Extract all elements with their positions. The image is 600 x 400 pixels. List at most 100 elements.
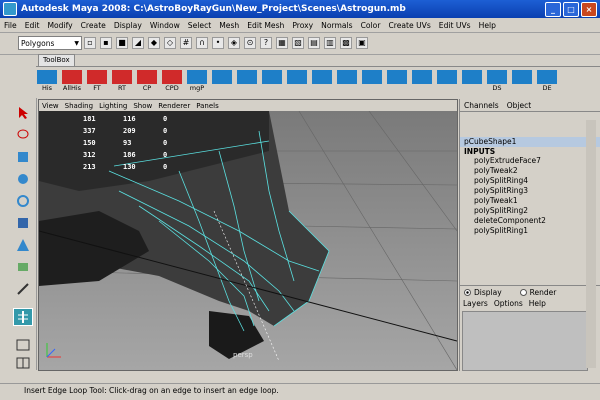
history-node[interactable]: polySplitRing3 [460,186,600,196]
menu-select[interactable]: Select [184,21,215,30]
single-view-layout-icon[interactable] [13,336,33,354]
history-node[interactable]: polySplitRing4 [460,176,600,186]
select-hierarchy-icon[interactable]: ◢ [132,37,144,49]
vp-menu-lighting[interactable]: Lighting [96,102,130,110]
menu-file[interactable]: File [0,21,21,30]
soft-mod-icon[interactable] [13,258,33,276]
shelf-button-4[interactable]: CP [136,70,158,94]
vp-menu-panels[interactable]: Panels [193,102,222,110]
perspective-viewport[interactable]: View Shading Lighting Show Renderer Pane… [38,99,458,371]
select-object-icon[interactable]: ◆ [148,37,160,49]
menu-color[interactable]: Color [357,21,385,30]
render-radio[interactable] [519,288,527,296]
channel-box-icon[interactable]: ▣ [356,37,368,49]
shelf-button-icon [37,70,57,84]
select-tool-icon[interactable] [13,104,33,122]
input-history-icon[interactable]: ? [260,37,272,49]
channel-box-scrollbar[interactable] [586,120,596,368]
new-scene-icon[interactable]: ▫ [84,37,96,49]
shelf-button-16[interactable] [436,70,458,94]
shelf-button-20[interactable]: DE [536,70,558,94]
shelf-button-12[interactable] [336,70,358,94]
menu-help[interactable]: Help [475,21,500,30]
menu-edit-uvs[interactable]: Edit UVs [435,21,475,30]
shelf-button-7[interactable] [211,70,233,94]
vp-menu-renderer[interactable]: Renderer [155,102,193,110]
minimize-icon[interactable]: _ [545,2,561,17]
history-node[interactable]: polyTweak2 [460,166,600,176]
shape-node[interactable]: pCubeShape1 [460,137,600,147]
snap-point-icon[interactable]: • [212,37,224,49]
menu-display[interactable]: Display [110,21,146,30]
menu-normals[interactable]: Normals [317,21,356,30]
shelf-button-13[interactable] [361,70,383,94]
paint-select-icon[interactable] [13,148,33,166]
menu-set-select[interactable]: Polygons ▼ [18,36,82,50]
shelf-button-6[interactable]: mgP [186,70,208,94]
shelf-button-3[interactable]: RT [111,70,133,94]
hud-row: 337 209 0 [83,127,203,139]
hud-value: 181 [83,115,96,123]
history-node[interactable]: polyExtrudeFace7 [460,156,600,166]
menu-edit-mesh[interactable]: Edit Mesh [243,21,288,30]
viewport-canvas[interactable]: 181 116 0 337 209 0 150 93 0 312 186 0 213 130 0 persp [39,111,457,370]
layer-list[interactable] [462,311,588,371]
shelf-button-18[interactable]: DS [486,70,508,94]
menu-window[interactable]: Window [146,21,184,30]
ipr-render-icon[interactable]: ▧ [292,37,304,49]
menu-mesh[interactable]: Mesh [215,21,243,30]
shelf-button-15[interactable] [411,70,433,94]
history-node[interactable]: polySplitRing1 [460,226,600,236]
make-live-icon[interactable]: ⊙ [244,37,256,49]
vp-menu-show[interactable]: Show [130,102,155,110]
menu-create-uvs[interactable]: Create UVs [384,21,434,30]
shelf-button-10[interactable] [286,70,308,94]
vp-menu-view[interactable]: View [39,102,62,110]
history-node[interactable]: polySplitRing2 [460,206,600,216]
rotate-tool-icon[interactable] [13,192,33,210]
shelf-button-19[interactable] [511,70,533,94]
menu-edit[interactable]: Edit [21,21,44,30]
scale-tool-icon[interactable] [13,214,33,232]
vp-menu-shading[interactable]: Shading [62,102,96,110]
shelf-button-14[interactable] [386,70,408,94]
menu-proxy[interactable]: Proxy [288,21,317,30]
tool-settings-icon[interactable]: ▩ [340,37,352,49]
menu-create[interactable]: Create [77,21,110,30]
channels-menu[interactable]: Channels [460,101,503,110]
history-node[interactable]: polyTweak1 [460,196,600,206]
four-view-layout-icon[interactable] [13,354,33,372]
display-radio[interactable] [464,288,471,296]
shelf-button-9[interactable] [261,70,283,94]
object-menu[interactable]: Object [503,101,535,110]
shelf-button-11[interactable] [311,70,333,94]
shelf-tab-toolbox[interactable]: ToolBox [38,54,75,66]
move-tool-icon[interactable] [13,170,33,188]
snap-grid-icon[interactable]: # [180,37,192,49]
help-menu[interactable]: Help [526,299,549,308]
shelf-button-17[interactable] [461,70,483,94]
layers-menu[interactable]: Layers [460,299,491,308]
close-icon[interactable]: × [581,2,597,17]
shelf-button-8[interactable] [236,70,258,94]
menu-modify[interactable]: Modify [43,21,76,30]
shelf-button-1[interactable]: AllHis [61,70,83,94]
open-scene-icon[interactable]: ▪ [100,37,112,49]
save-scene-icon[interactable]: ■ [116,37,128,49]
insert-edge-loop-tool-icon[interactable] [13,308,33,326]
options-menu[interactable]: Options [491,299,526,308]
shelf-button-2[interactable]: FT [86,70,108,94]
select-component-icon[interactable]: ◇ [164,37,176,49]
manipulator-tool-icon[interactable] [13,236,33,254]
shelf-button-0[interactable]: His [36,70,58,94]
lasso-tool-icon[interactable] [13,126,33,144]
maximize-icon[interactable]: □ [563,2,579,17]
attribute-editor-icon[interactable]: ▥ [324,37,336,49]
snap-curve-icon[interactable]: ∩ [196,37,208,49]
render-frame-icon[interactable]: ▦ [276,37,288,49]
shelf-button-5[interactable]: CPD [161,70,183,94]
history-node[interactable]: deleteComponent2 [460,216,600,226]
snap-plane-icon[interactable]: ◈ [228,37,240,49]
last-tool-icon[interactable] [13,280,33,298]
render-settings-icon[interactable]: ▤ [308,37,320,49]
